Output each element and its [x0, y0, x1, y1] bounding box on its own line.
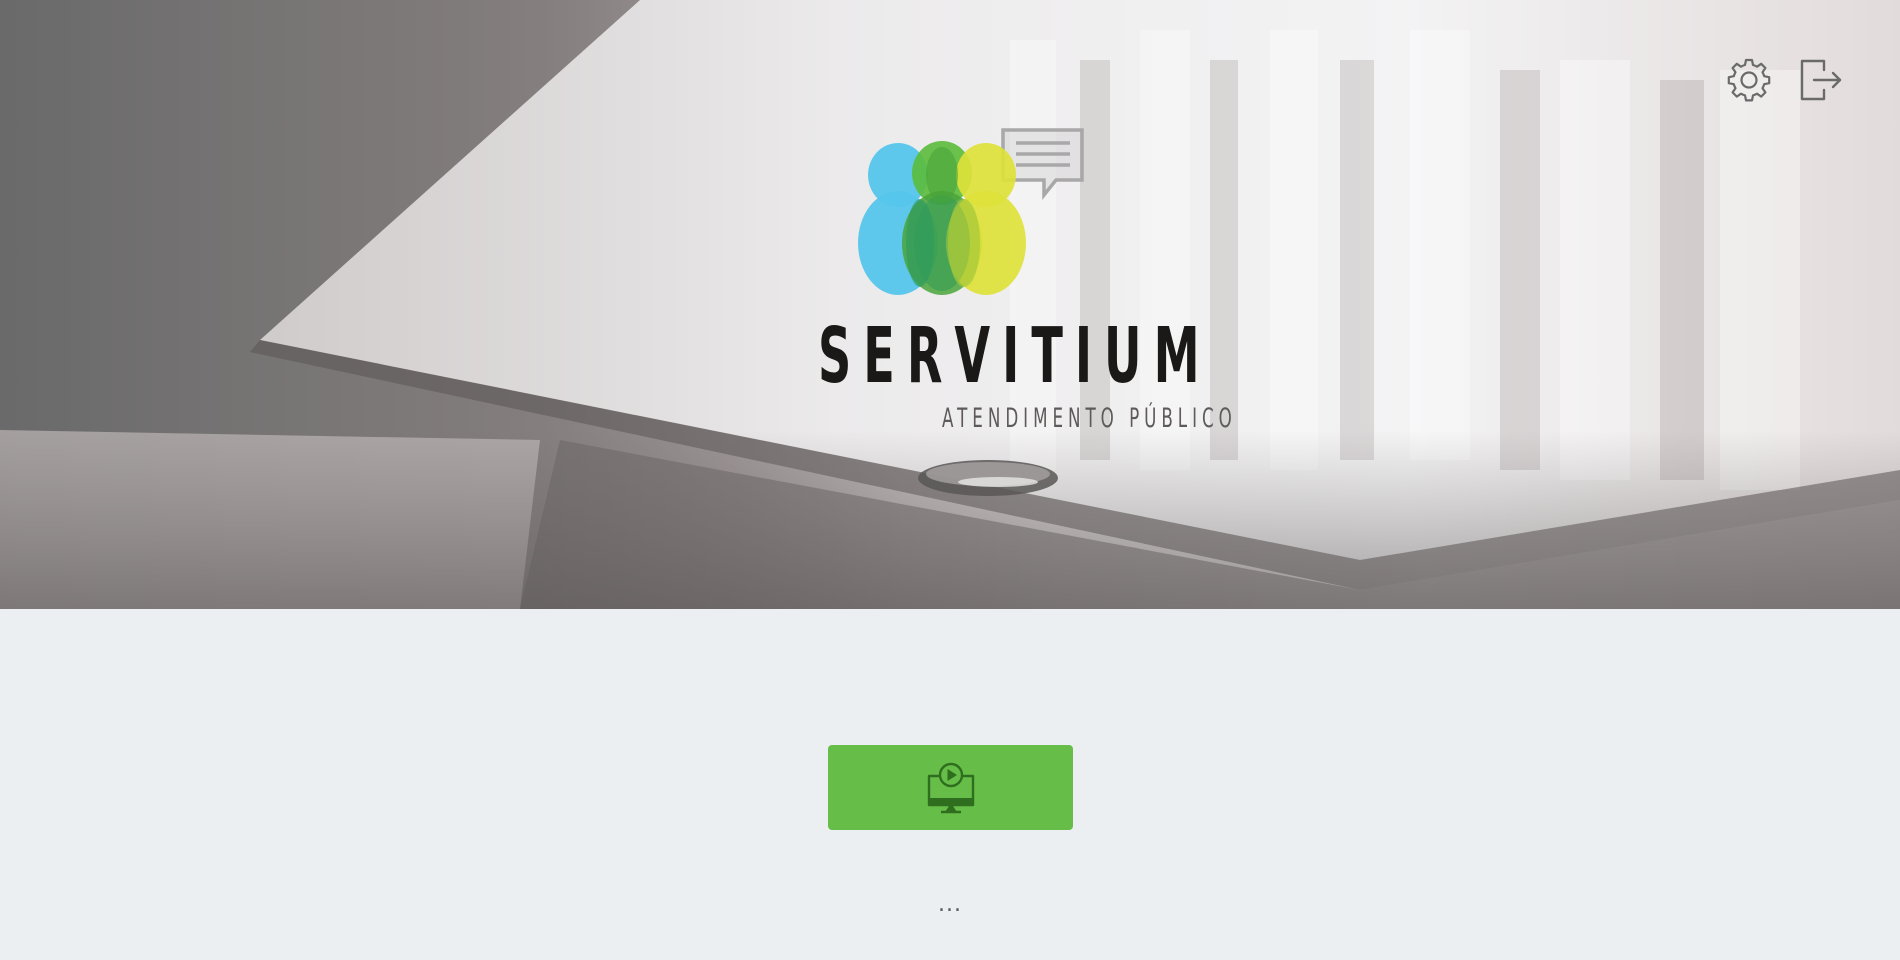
logout-button[interactable]: [1794, 54, 1846, 106]
three-people-chat-bubble-logo: [858, 128, 1084, 295]
monitor-play-icon: [927, 762, 974, 813]
logo-mark: [850, 125, 1090, 305]
main-content: ...: [0, 609, 1900, 960]
logo-title: SERVITIUM: [818, 312, 1212, 401]
settings-button[interactable]: [1723, 54, 1775, 106]
hero-banner: SERVITIUM ATENDIMENTO PÚBLICO: [0, 0, 1900, 609]
chat-bubble-icon: [1001, 128, 1084, 200]
gear-icon: [1727, 58, 1771, 102]
logo-subtitle: ATENDIMENTO PÚBLICO: [942, 403, 1237, 434]
start-display-button[interactable]: [828, 745, 1073, 830]
loading-indicator: ...: [938, 892, 962, 917]
logout-icon: [1800, 59, 1842, 101]
